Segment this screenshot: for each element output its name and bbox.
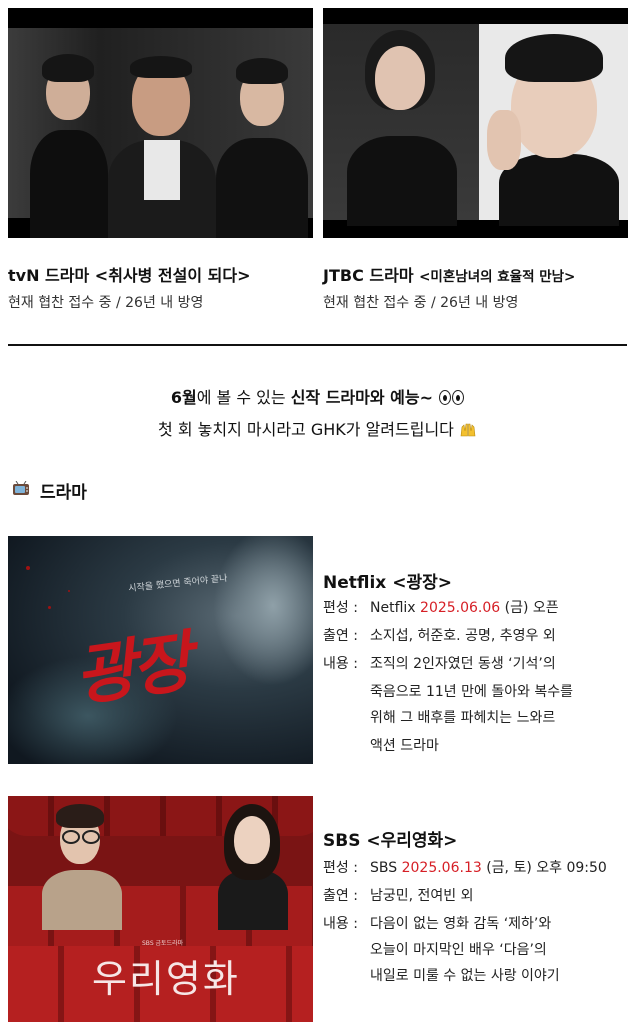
content-line: 액션 드라마 [370,738,439,754]
poster-gwangjang: 시작을 했으면 죽어야 끝나 광장 [8,536,313,764]
intro-text: 첫 회 놓치지 마시라고 GHK가 알려드립니다 [158,420,454,439]
intro-line-1: 6월에 볼 수 있는 신작 드라마와 예능~ [0,384,635,408]
content-line: 죽음으로 11년 만에 돌아와 복수를 [370,684,574,700]
content-line: 조직의 2인자였던 동생 ‘기석’의 [370,656,556,672]
section-divider [8,344,627,346]
content-line: 다음이 없는 영화 감독 ‘제하’와 [370,916,552,932]
drama-title-2: SBS <우리영화> [323,831,458,851]
schedule-label: 편성 : [323,600,358,616]
schedule-date: 2025.06.13 [401,860,482,876]
intro-highlight: 신작 드라마와 예능~ [290,388,434,407]
show-network: JTBC 드라마 [323,266,414,285]
poster-tagline: SBS 금토드라마 [142,940,184,947]
poster-chwisabyeong [8,8,313,238]
cast-label: 출연 : [323,628,358,644]
drama-title-1: Netflix <광장> [323,573,452,593]
show-caption-1: tvN 드라마 <취사병 전설이 되다> [8,262,251,286]
show-caption-2: JTBC 드라마 <미혼남녀의 효율적 만남> [323,262,575,286]
schedule-value: Netflix 2025.06.06 (금) 오픈 [370,596,559,620]
drama-schedule-2: 편성 : SBS 2025.06.13 (금, 토) 오후 09:50 [323,856,607,880]
drama-schedule-1: 편성 : Netflix 2025.06.06 (금) 오픈 [323,596,559,620]
schedule-day: (금, 토) 오후 09:50 [481,860,607,876]
section-header-drama: 드라마 [12,478,87,503]
cast-value: 남궁민, 전여빈 외 [370,888,474,904]
schedule-label: 편성 : [323,860,358,876]
schedule-network: Netflix [370,600,421,616]
cast-label: 출연 : [323,888,358,904]
drama-cast-2: 출연 : 남궁민, 전여빈 외 [323,884,474,908]
show-title: <취사병 전설이 되다> [94,266,251,285]
drama-cast-1: 출연 : 소지섭, 허준호. 공명, 추영우 외 [323,624,556,648]
drama-content-2: 내용 : 다음이 없는 영화 감독 ‘제하’와 [323,912,551,936]
poster-title-art: 우리영화 [92,957,240,1001]
poster-title-art: 광장 [69,622,194,716]
drama-content-1: 내용 : 조직의 2인자였던 동생 ‘기석’의 [323,652,556,676]
schedule-network: SBS [370,860,402,876]
cast-value: 소지섭, 허준호. 공명, 추영우 외 [370,628,556,644]
show-title: <미혼남녀의 효율적 만남> [419,269,576,285]
section-label: 드라마 [40,483,87,503]
intro-mid: 에 볼 수 있는 [196,388,291,407]
eyes-icon [438,388,465,407]
poster-mihonnamnyeo [323,8,628,238]
schedule-day: (금) 오픈 [500,600,559,616]
schedule-value: SBS 2025.06.13 (금, 토) 오후 09:50 [370,856,607,880]
intro-month: 6월 [170,388,197,407]
content-label: 내용 : [323,656,358,672]
tv-icon [12,480,30,501]
schedule-date: 2025.06.06 [420,600,501,616]
poster-uri-yeonghwa: SBS 금토드라마 우리영화 [8,796,313,1022]
intro-line-2: 첫 회 놓치지 마시라고 GHK가 알려드립니다 [0,416,635,440]
show-status-2: 현재 협찬 접수 중 / 26년 내 방영 [323,295,519,311]
content-label: 내용 : [323,916,358,932]
show-network: tvN 드라마 [8,266,90,285]
show-status-1: 현재 협찬 접수 중 / 26년 내 방영 [8,295,204,311]
content-line: 내일로 미룰 수 없는 사랑 이야기 [370,968,560,984]
content-line: 오늘이 마지막인 배우 ‘다음’의 [370,942,547,958]
raised-hands-icon [459,420,477,439]
content-line: 위해 그 배후를 파헤치는 느와르 [370,710,556,726]
